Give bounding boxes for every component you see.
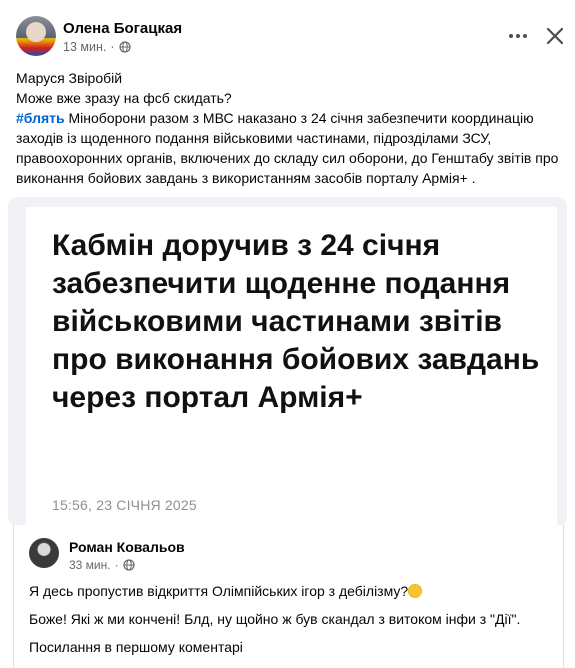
embedded-paragraph-3: Посилання в першому коментарі	[29, 639, 243, 655]
embedded-post-text: Я десь пропустив відкриття Олімпійських …	[29, 582, 554, 666]
news-image: Кабмін доручив з 24 січня забезпечити що…	[26, 207, 557, 527]
news-headline: Кабмін доручив з 24 січня забезпечити що…	[52, 229, 540, 414]
post-text: Маруся Звіробій Може вже зразу на фсб ск…	[16, 68, 561, 188]
news-date: 15:56, 23 СІЧНЯ 2025	[52, 497, 197, 513]
author-avatar[interactable]	[16, 16, 56, 56]
more-options-icon[interactable]	[502, 23, 534, 49]
post-meta: 13 мин. ·	[63, 40, 131, 54]
shared-image-card[interactable]: Кабмін доручив з 24 січня забезпечити що…	[8, 197, 567, 527]
embedded-post-time[interactable]: 33 мин.	[69, 558, 111, 572]
avatar-face	[26, 22, 46, 42]
post-time[interactable]: 13 мин.	[63, 40, 106, 54]
hashtag-link[interactable]: #блять	[16, 110, 65, 126]
post-line-1: Маруся Звіробій	[16, 70, 123, 86]
globe-icon	[123, 559, 135, 571]
embedded-post-meta: 33 мин. ·	[69, 558, 135, 572]
embedded-author-name[interactable]: Роман Ковальов	[69, 539, 185, 555]
embedded-paragraph-1: Я десь пропустив відкриття Олімпійських …	[29, 582, 554, 600]
author-name[interactable]: Олена Богацкая	[63, 20, 182, 37]
facebook-post: Олена Богацкая 13 мин. · Маруся Звіробій…	[0, 0, 575, 668]
embedded-author-avatar[interactable]	[29, 538, 59, 568]
post-line-2: Може вже зразу на фсб скидать?	[16, 90, 232, 106]
post-body-text: Міноборони разом з МВС наказано з 24 січ…	[16, 110, 559, 186]
embedded-original-post[interactable]: Роман Ковальов 33 мин. · Я десь пропусти…	[13, 525, 564, 668]
laughing-emoji-icon	[408, 584, 423, 598]
globe-icon	[118, 41, 131, 53]
embedded-paragraph-2: Боже! Які ж ми кончені! Блд, ну щойно ж …	[29, 611, 521, 627]
close-icon[interactable]	[541, 22, 569, 50]
post-body: #блять Міноборони разом з МВС наказано з…	[16, 108, 561, 188]
